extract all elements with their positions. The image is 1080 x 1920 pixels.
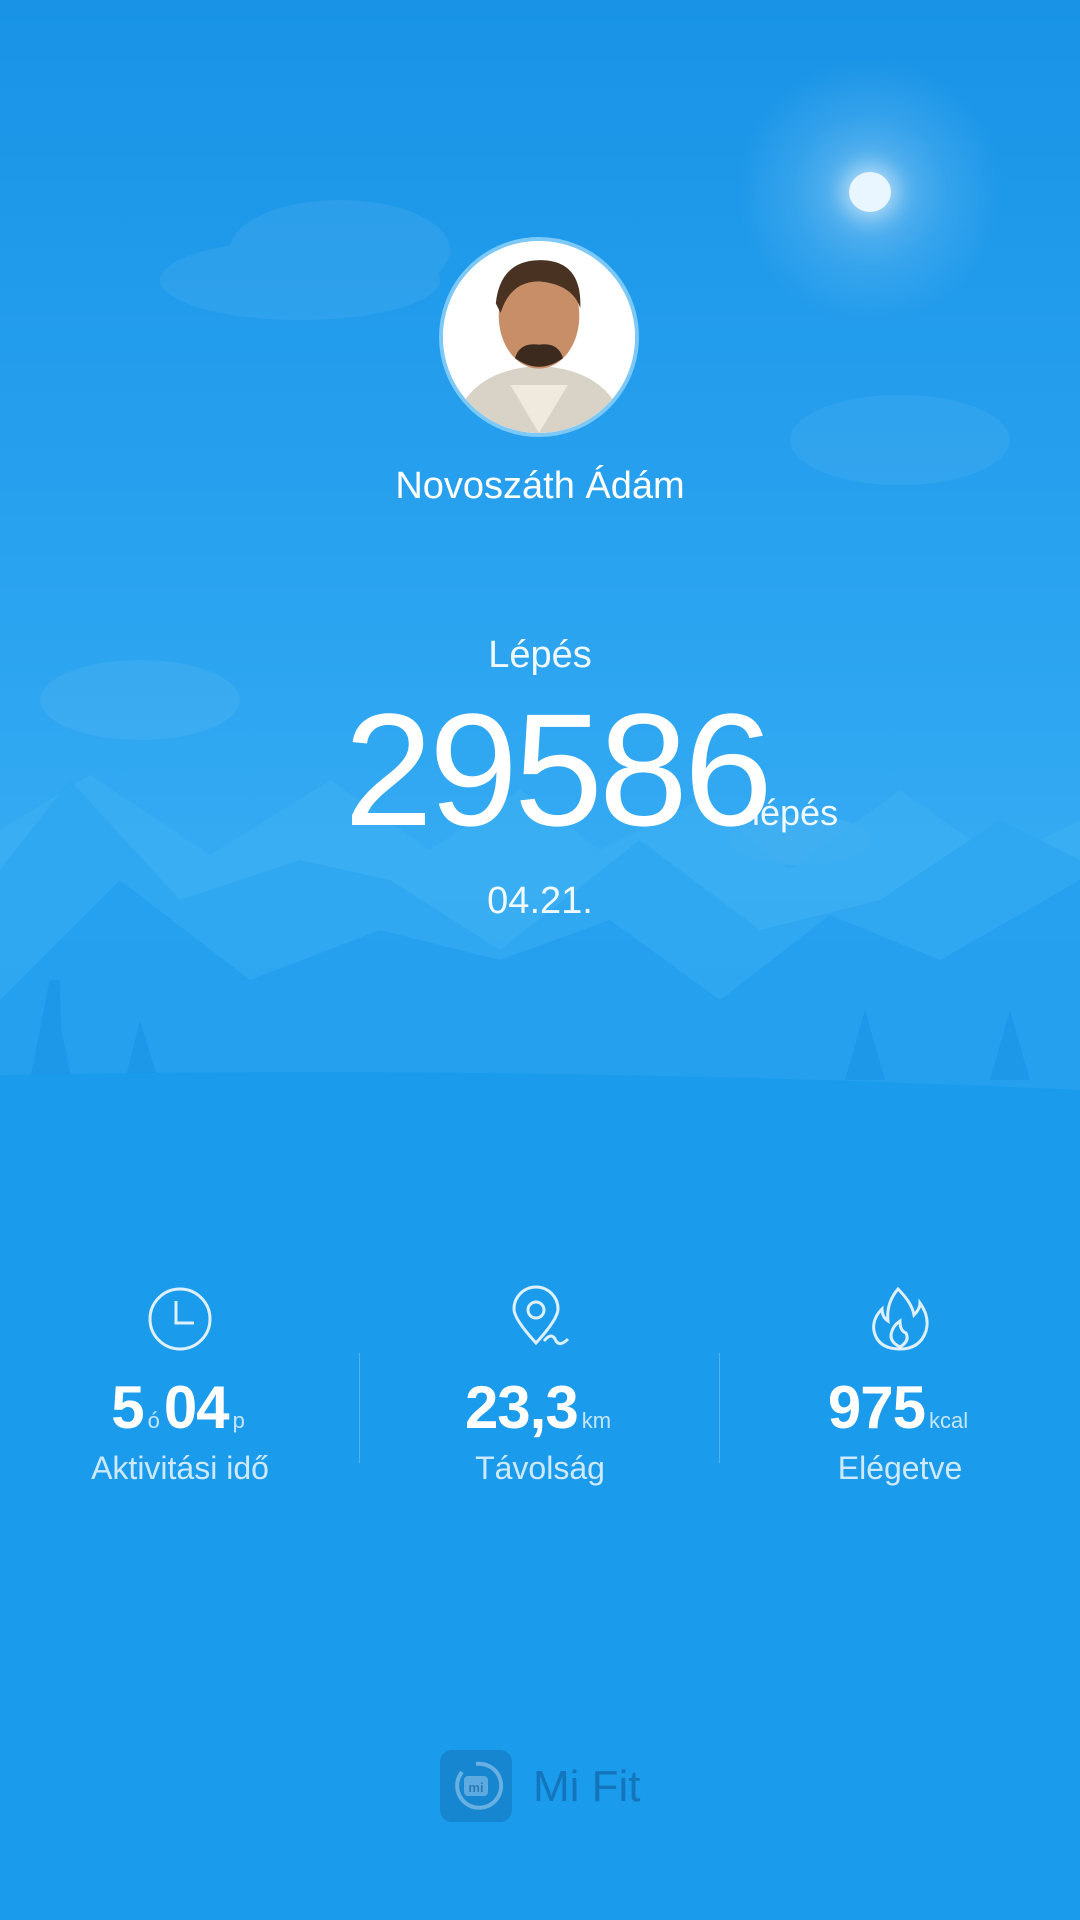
stats-row: 5 ó04 p Aktivitási idő 23,3 km Távolság 975… bbox=[0, 1285, 1080, 1505]
mi-fit-logo-icon: mi bbox=[440, 1750, 512, 1822]
distance-value: 23,3 bbox=[464, 1374, 579, 1441]
stat-distance[interactable]: 23,3 km Távolság bbox=[360, 1285, 720, 1505]
calories-value: 975 bbox=[827, 1374, 926, 1441]
steps-count[interactable]: 29586 bbox=[344, 690, 773, 850]
calories-label: Elégetve bbox=[837, 1450, 963, 1486]
activity-hours-unit: ó bbox=[147, 1408, 160, 1433]
steps-date: 04.21. bbox=[487, 880, 593, 922]
svg-text:mi: mi bbox=[468, 1780, 483, 1795]
steps-unit: lépés bbox=[752, 792, 839, 833]
steps-label: Lépés bbox=[488, 634, 592, 676]
user-name: Novoszáth Ádám bbox=[395, 465, 685, 507]
activity-label: Aktivitási idő bbox=[91, 1450, 269, 1486]
activity-minutes-unit: p bbox=[232, 1408, 245, 1433]
brand-name: Mi Fit bbox=[533, 1762, 641, 1811]
flame-icon bbox=[872, 1286, 929, 1351]
stat-activity-time[interactable]: 5 ó04 p Aktivitási idő bbox=[0, 1285, 360, 1505]
calories-unit: kcal bbox=[928, 1408, 969, 1433]
location-pin-icon bbox=[512, 1285, 570, 1346]
activity-hours: 5 bbox=[111, 1374, 144, 1441]
clock-icon bbox=[148, 1287, 212, 1351]
sun-icon bbox=[849, 172, 891, 212]
distance-unit: km bbox=[581, 1408, 612, 1433]
distance-label: Távolság bbox=[475, 1450, 605, 1486]
activity-minutes: 04 bbox=[163, 1374, 230, 1441]
stat-calories[interactable]: 975 kcal Elégetve bbox=[720, 1285, 1080, 1505]
avatar[interactable] bbox=[439, 237, 639, 437]
avatar-image bbox=[443, 241, 635, 433]
brand-footer: mi Mi Fit bbox=[440, 1750, 680, 1822]
